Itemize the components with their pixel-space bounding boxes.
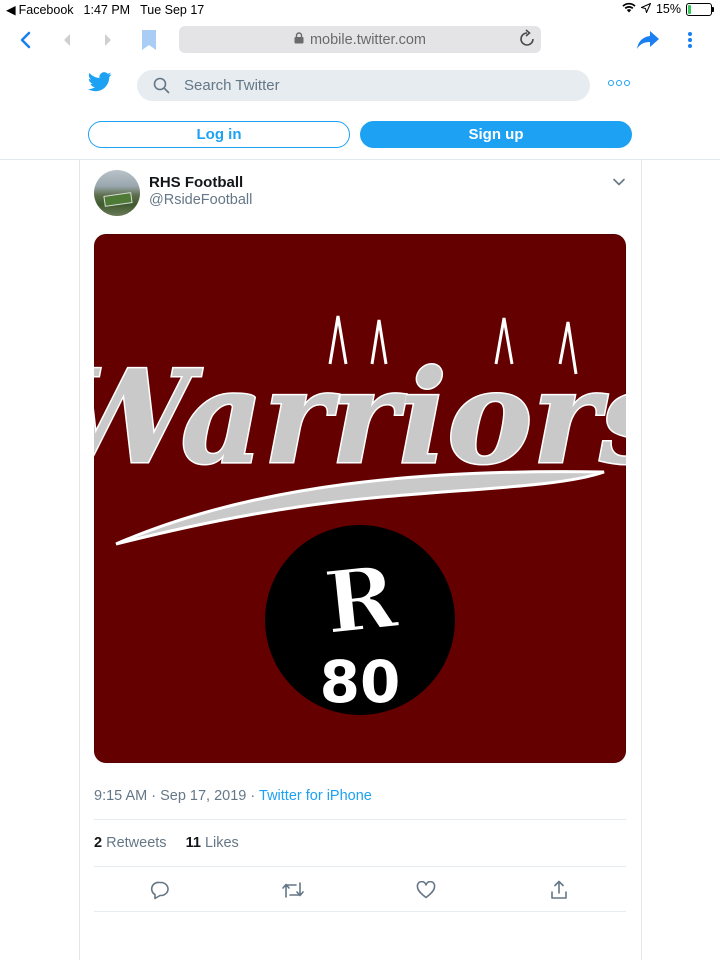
tweet-source-link[interactable]: Twitter for iPhone xyxy=(259,788,372,804)
logo-number: 80 xyxy=(320,648,401,716)
stats-bottom-divider xyxy=(94,866,626,867)
bookmark-icon[interactable] xyxy=(137,28,161,52)
dot-separator: · xyxy=(151,788,161,804)
handle[interactable]: @RsideFootball xyxy=(149,192,252,208)
reply-icon[interactable] xyxy=(148,878,172,902)
browser-toolbar: mobile.twitter.com xyxy=(0,22,720,58)
battery-icon xyxy=(686,2,714,16)
signup-button[interactable]: Sign up xyxy=(360,121,632,148)
address-bar[interactable]: mobile.twitter.com xyxy=(179,26,541,53)
stats-top-divider xyxy=(94,819,626,820)
avatar[interactable] xyxy=(94,170,140,216)
status-bar: ◀ Facebook 1:47 PM Tue Sep 17 15% xyxy=(0,0,720,20)
like-heart-icon[interactable] xyxy=(414,878,438,902)
lock-icon xyxy=(294,31,304,48)
back-to-app-link[interactable]: ◀ Facebook xyxy=(6,2,74,18)
more-horizontal-icon[interactable] xyxy=(608,80,630,86)
chevron-down-icon[interactable] xyxy=(612,174,626,192)
back-icon[interactable] xyxy=(13,28,37,52)
search-icon xyxy=(153,77,170,94)
location-arrow-icon xyxy=(639,2,652,16)
prev-icon[interactable] xyxy=(55,28,79,52)
search-input[interactable] xyxy=(184,77,564,94)
warriors-wordmark: Warriors xyxy=(94,343,626,493)
retweet-count: 2 xyxy=(94,835,103,851)
tweet-timestamp: 9:15 AM · Sep 17, 2019 · Twitter for iPh… xyxy=(94,788,372,804)
like-label: Likes xyxy=(204,835,239,851)
like-count: 11 xyxy=(185,835,201,851)
retweet-label: Retweets xyxy=(106,835,167,851)
tweet-date[interactable]: Sep 17, 2019 xyxy=(160,788,246,804)
back-app-label: Facebook xyxy=(18,2,74,17)
tweet-time[interactable]: 9:15 AM xyxy=(94,788,147,804)
status-time: 1:47 PM xyxy=(83,2,131,17)
logo-letter: R xyxy=(320,546,402,654)
url-text: mobile.twitter.com xyxy=(309,31,427,48)
battery-percent: 15% xyxy=(655,2,681,16)
twitter-bird-logo[interactable] xyxy=(88,72,112,97)
wifi-icon xyxy=(622,2,636,16)
status-date: Tue Sep 17 xyxy=(140,2,205,17)
actions-bottom-divider xyxy=(94,911,626,912)
reload-icon[interactable] xyxy=(517,29,537,53)
back-triangle-icon: ◀ xyxy=(6,3,16,17)
likes-stat[interactable]: 11 Likes xyxy=(186,835,239,851)
search-box[interactable] xyxy=(137,70,590,101)
login-button[interactable]: Log in xyxy=(88,121,350,148)
next-icon[interactable] xyxy=(96,28,120,52)
dot-separator: · xyxy=(250,788,260,804)
retweet-icon[interactable] xyxy=(281,878,305,902)
share-icon[interactable] xyxy=(636,28,660,52)
more-vertical-icon[interactable] xyxy=(678,28,702,52)
tweet-stats: 2 Retweets 11 Likes xyxy=(94,835,239,851)
share-tweet-icon[interactable] xyxy=(547,878,571,902)
tweet-image[interactable]: Warriors R 80 xyxy=(94,234,626,763)
retweets-stat[interactable]: 2 Retweets xyxy=(94,835,167,851)
display-name[interactable]: RHS Football xyxy=(149,174,243,191)
